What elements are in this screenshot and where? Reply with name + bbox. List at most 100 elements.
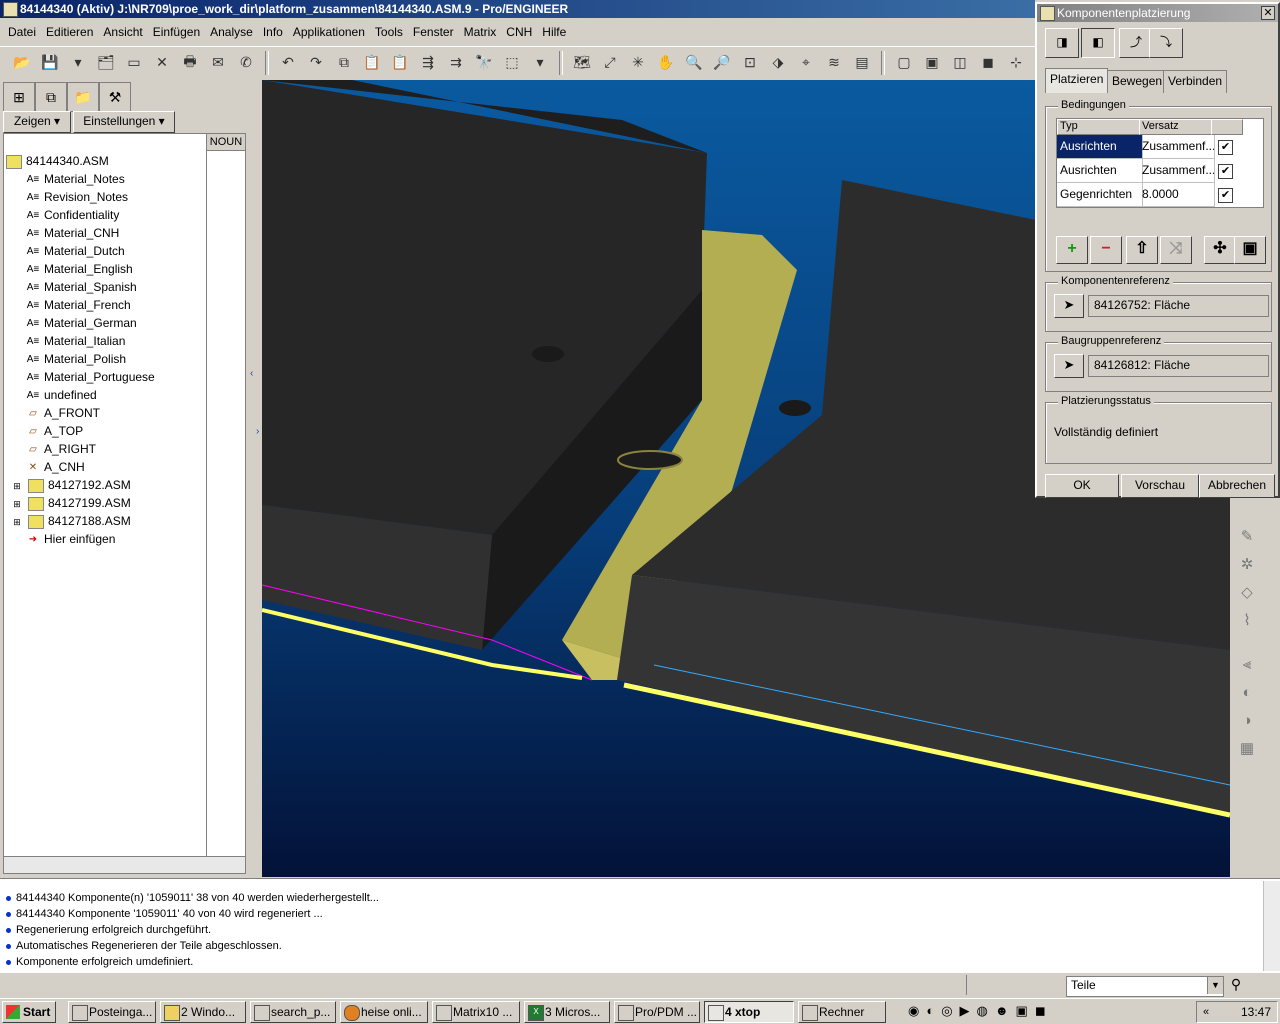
- repaint-icon[interactable]: 🗺: [570, 51, 594, 75]
- dropdown-arrow-icon[interactable]: ▾: [66, 51, 90, 75]
- menu-hilfe[interactable]: Hilfe: [537, 25, 571, 39]
- model-tree-tab-icon[interactable]: ⊞: [3, 82, 35, 112]
- tree-item[interactable]: A≡ undefined: [26, 386, 97, 404]
- constraint-offset[interactable]: Zusammenf...: [1139, 159, 1215, 183]
- flip-constraint-icon[interactable]: ⇧: [1126, 236, 1158, 264]
- task-button-active[interactable]: 4 xtop: [704, 1001, 794, 1023]
- datum-display-icon[interactable]: ⊹: [1004, 51, 1028, 75]
- layer-tree-tab-icon[interactable]: ⧉: [35, 82, 67, 112]
- convert-constraint-icon[interactable]: ⤨: [1160, 236, 1192, 264]
- expand-arrow-icon[interactable]: ›: [256, 426, 259, 437]
- trim-icon[interactable]: ◑: [1236, 710, 1258, 732]
- column-header-typ[interactable]: Typ: [1057, 119, 1143, 135]
- redo-icon[interactable]: ↷: [304, 51, 328, 75]
- table-icon[interactable]: ▦: [1236, 738, 1258, 760]
- regen-manager-icon[interactable]: ⇉: [444, 51, 468, 75]
- task-button[interactable]: heise onli...: [340, 1001, 428, 1023]
- tree-item-expandable[interactable]: ⊞ 84127188.ASM: [10, 512, 131, 530]
- quick-launch-icons[interactable]: ◉◐◎▶◍☻▣◼: [908, 1003, 1053, 1019]
- saved-views-icon[interactable]: ⌖: [794, 51, 818, 75]
- selection-filter-select[interactable]: Teile ▼: [1066, 976, 1224, 997]
- menu-info[interactable]: Info: [258, 25, 288, 39]
- menu-applikationen[interactable]: Applikationen: [288, 25, 370, 39]
- tree-item-expandable[interactable]: ⊞ 84127199.ASM: [10, 494, 131, 512]
- select-box-icon[interactable]: ⬚: [500, 51, 524, 75]
- shading-icon[interactable]: ◼: [976, 51, 1000, 75]
- edit-icon[interactable]: ✎: [1236, 526, 1258, 548]
- tray-expand-icon[interactable]: «: [1203, 1002, 1209, 1022]
- tree-item[interactable]: A≡ Material_Polish: [26, 350, 126, 368]
- merge-icon[interactable]: ◐: [1236, 682, 1258, 704]
- collapse-arrow-icon[interactable]: ‹: [250, 368, 253, 379]
- regenerate-icon[interactable]: ⇶: [416, 51, 440, 75]
- folder-browser-tab-icon[interactable]: 📁: [67, 82, 99, 112]
- menu-tools[interactable]: Tools: [370, 25, 408, 39]
- selection-status-icon[interactable]: ⚲: [1228, 976, 1244, 995]
- tree-horizontal-scrollbar[interactable]: [3, 856, 246, 874]
- assembly-reference-field[interactable]: 84126812: Fläche: [1088, 355, 1269, 377]
- tools-tab-icon[interactable]: ⚒: [99, 82, 131, 112]
- preview-button[interactable]: Vorschau: [1121, 474, 1199, 498]
- tree-item[interactable]: ▱ A_RIGHT: [26, 440, 96, 458]
- open-folder-icon[interactable]: ⤵: [1149, 28, 1183, 58]
- menu-analyse[interactable]: Analyse: [205, 25, 258, 39]
- print-icon[interactable]: 🖶: [178, 51, 202, 75]
- pattern-icon[interactable]: ✲: [1236, 554, 1258, 576]
- hidden-line-icon[interactable]: ▣: [920, 51, 944, 75]
- reorient-icon[interactable]: ⬗: [766, 51, 790, 75]
- save-copy-icon[interactable]: 🗂: [94, 51, 118, 75]
- save-icon[interactable]: 💾: [38, 51, 62, 75]
- tree-item[interactable]: A≡ Confidentiality: [26, 206, 120, 224]
- window-icon[interactable]: ▭: [122, 51, 146, 75]
- chevron-down-icon[interactable]: ▼: [1207, 977, 1223, 994]
- constraint-type[interactable]: Gegenrichten: [1057, 183, 1143, 207]
- start-button[interactable]: Start: [2, 1001, 56, 1023]
- show-component-window-icon[interactable]: ◨: [1045, 28, 1079, 58]
- tree-item[interactable]: A≡ Material_French: [26, 296, 131, 314]
- zoom-in-icon[interactable]: 🔍: [682, 51, 706, 75]
- constraint-enabled-checkbox[interactable]: ✔: [1218, 140, 1233, 155]
- draft-icon[interactable]: ◇: [1236, 582, 1258, 604]
- constraint-offset[interactable]: 8.0000: [1139, 183, 1215, 207]
- task-button[interactable]: 2 Windo...: [160, 1001, 246, 1023]
- component-reference-field[interactable]: 84126752: Fläche: [1088, 295, 1269, 317]
- tree-item[interactable]: A≡ Material_Italian: [26, 332, 126, 350]
- menu-editieren[interactable]: Editieren: [41, 25, 98, 39]
- find-icon[interactable]: 🔭: [472, 51, 496, 75]
- expand-icon[interactable]: ⊞: [10, 516, 24, 528]
- task-button[interactable]: Pro/PDM ...: [614, 1001, 700, 1023]
- wireframe-icon[interactable]: ▢: [892, 51, 916, 75]
- task-button[interactable]: search_p...: [250, 1001, 336, 1023]
- close-icon[interactable]: ✕: [1261, 6, 1275, 20]
- tree-item[interactable]: A≡ Material_Portuguese: [26, 368, 155, 386]
- menu-datei[interactable]: Datei: [3, 25, 41, 39]
- tree-item[interactable]: A≡ Material_Notes: [26, 170, 125, 188]
- send-icon[interactable]: ✉: [206, 51, 230, 75]
- move-component-icon[interactable]: ✣: [1204, 236, 1236, 264]
- tab-verbinden[interactable]: Verbinden: [1163, 70, 1228, 93]
- constraint-type[interactable]: Ausrichten: [1057, 135, 1143, 159]
- menu-einfuegen[interactable]: Einfügen: [148, 25, 205, 39]
- tree-item[interactable]: ▱ A_TOP: [26, 422, 83, 440]
- tree-item[interactable]: A≡ Material_English: [26, 260, 133, 278]
- zoom-out-icon[interactable]: 🔎: [710, 51, 734, 75]
- tree-item[interactable]: ▱ A_FRONT: [26, 404, 100, 422]
- tree-item-insert-here[interactable]: ➜ Hier einfügen: [26, 530, 116, 548]
- tree-item[interactable]: ✕ A_CNH: [26, 458, 85, 476]
- remove-constraint-icon[interactable]: −: [1090, 236, 1122, 264]
- paste-special-icon[interactable]: 📋: [388, 51, 412, 75]
- refit-icon[interactable]: ⊡: [738, 51, 762, 75]
- menu-cnh[interactable]: CNH: [501, 25, 537, 39]
- package-icon[interactable]: ▣: [1234, 236, 1266, 264]
- message-scrollbar[interactable]: [1263, 881, 1280, 971]
- ok-button[interactable]: OK: [1045, 474, 1119, 498]
- undo-icon[interactable]: ↶: [276, 51, 300, 75]
- open-icon[interactable]: 📂: [10, 51, 34, 75]
- select-component-reference-icon[interactable]: ➤: [1054, 294, 1084, 318]
- constraint-enabled-checkbox[interactable]: ✔: [1218, 188, 1233, 203]
- expand-icon[interactable]: ⊞: [10, 498, 24, 510]
- show-dropdown[interactable]: Zeigen ▾: [3, 111, 71, 133]
- select-assembly-reference-icon[interactable]: ➤: [1054, 354, 1084, 378]
- view-manager-icon[interactable]: ▤: [850, 51, 874, 75]
- panel-splitter[interactable]: ‹ ›: [248, 80, 262, 877]
